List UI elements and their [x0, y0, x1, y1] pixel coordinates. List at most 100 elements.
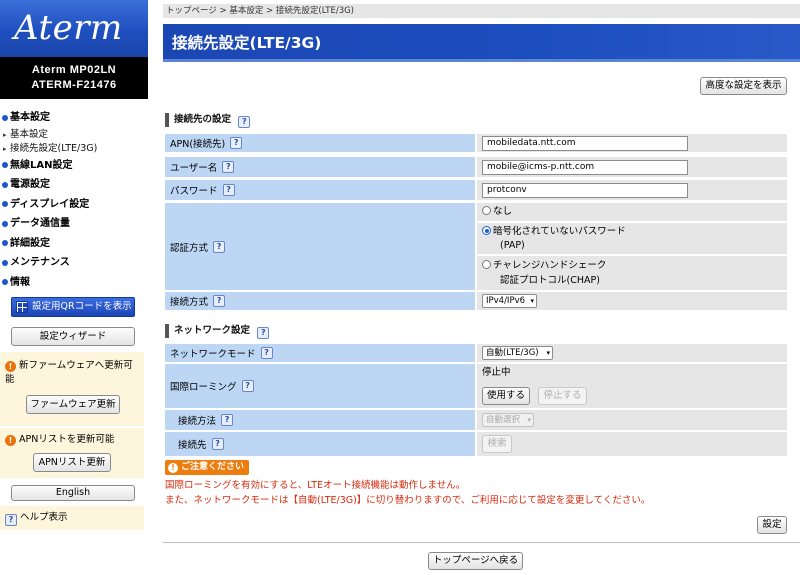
auth-chap-label: チャレンジハンドシェーク: [493, 260, 607, 271]
model-id: ATERM-F21476: [31, 79, 117, 91]
help-icon[interactable]: ?: [241, 380, 254, 392]
caution-text-line1: 国際ローミングを有効にすると、LTEオート接続機能は動作しません。: [165, 480, 466, 491]
nav-data-usage[interactable]: データ通信量: [0, 214, 148, 234]
connection-section-title: 接続先の設定 ?: [165, 113, 251, 128]
sidebar: Aterm Aterm MP02LN ATERM-F21476 基本設定 基本設…: [0, 0, 148, 575]
ip-type-value: IPv4/IPv6: [486, 296, 526, 306]
password-label: パスワード: [170, 186, 218, 197]
network-section-title: ネットワーク設定 ?: [165, 324, 270, 339]
page-title: 接続先設定(LTE/3G): [163, 24, 800, 62]
help-icon[interactable]: ?: [213, 295, 226, 307]
firmware-update-button[interactable]: ファームウェア更新: [26, 395, 120, 414]
chevron-down-icon: ▾: [546, 349, 550, 357]
nav-maintenance[interactable]: メンテナンス: [0, 253, 148, 273]
ip-type-label: 接続方式: [170, 297, 209, 308]
apn-label-cell: APN(接続先) ?: [165, 134, 475, 152]
network-mode-label-cell: ネットワークモード ?: [165, 344, 475, 362]
apn-list-update-button[interactable]: APNリスト更新: [33, 453, 111, 472]
help-icon[interactable]: ?: [213, 240, 226, 253]
ip-type-label-cell: 接続方式 ?: [165, 292, 475, 310]
connection-method-select[interactable]: 自動選択 ▾: [482, 413, 534, 427]
radio-unchecked-icon: [482, 260, 491, 269]
nav-advanced[interactable]: 詳細設定: [0, 234, 148, 254]
connection-section-label: 接続先の設定: [174, 114, 232, 125]
nav-info[interactable]: 情報: [0, 273, 148, 293]
apn-input[interactable]: mobiledata.ntt.com: [482, 136, 688, 151]
caution-text-line2: また、ネットワークモードは【自動(LTE/3G)】に切り替わりますので、ご利用に…: [165, 495, 651, 506]
side-nav: 基本設定 基本設定 接続先設定(LTE/3G) 無線LAN設定 電源設定 ディス…: [0, 108, 148, 292]
auth-pap-label-sub: (PAP): [500, 240, 525, 251]
carrier-label-cell: 接続先 ?: [165, 432, 475, 456]
carrier-label: 接続先: [178, 440, 207, 451]
qr-code-button[interactable]: 設定用QRコードを表示: [11, 297, 135, 317]
set-button[interactable]: 設定: [757, 516, 787, 534]
caution-badge-label: ご注意ください: [181, 462, 245, 472]
network-section-label: ネットワーク設定: [174, 325, 251, 336]
warning-icon: !: [168, 463, 178, 473]
breadcrumb: トップページ > 基本設定 > 接続先設定(LTE/3G): [163, 4, 800, 18]
auth-none-radio[interactable]: なし: [482, 205, 512, 219]
connection-method-label: 接続方法: [178, 416, 217, 427]
help-icon[interactable]: ?: [257, 327, 270, 339]
nav-display[interactable]: ディスプレイ設定: [0, 195, 148, 215]
help-icon[interactable]: ?: [238, 116, 251, 128]
ip-type-select[interactable]: IPv4/IPv6 ▾: [482, 294, 537, 308]
roaming-use-button[interactable]: 使用する: [482, 387, 530, 405]
auth-none-label: なし: [493, 206, 513, 217]
nav-basic-settings[interactable]: 基本設定: [0, 108, 148, 128]
auth-pap-radio[interactable]: 暗号化されていないパスワード: [482, 225, 626, 239]
username-label-cell: ユーザー名 ?: [165, 157, 475, 177]
help-icon[interactable]: ?: [221, 414, 234, 426]
help-icon: ?: [5, 514, 17, 526]
nav-wireless-lan[interactable]: 無線LAN設定: [0, 156, 148, 176]
help-toggle[interactable]: ? ヘルプ表示: [0, 506, 144, 530]
nav-sub-connection[interactable]: 接続先設定(LTE/3G): [0, 142, 148, 156]
firmware-notice-text: ! 新ファームウェアへ更新可 能: [5, 359, 133, 387]
help-icon[interactable]: ?: [222, 161, 235, 173]
caution-badge: ! ご注意ください: [165, 460, 249, 475]
auth-chap-radio[interactable]: チャレンジハンドシェーク: [482, 259, 606, 273]
device-model: Aterm MP02LN ATERM-F21476: [0, 57, 148, 99]
auth-pap-label: 暗号化されていないパスワード: [493, 226, 626, 237]
show-advanced-button[interactable]: 高度な設定を表示: [700, 77, 787, 95]
help-icon[interactable]: ?: [230, 137, 243, 149]
aterm-logo: Aterm: [0, 0, 148, 57]
network-mode-value: 自動(LTE/3G): [486, 348, 539, 358]
warning-icon: !: [5, 361, 16, 372]
connection-method-label-cell: 接続方法 ?: [165, 410, 475, 430]
chevron-down-icon: ▾: [530, 297, 534, 305]
apn-label: APN(接続先): [170, 139, 226, 150]
apn-notice-label: APNリストを更新可能: [19, 434, 115, 445]
help-icon[interactable]: ?: [260, 347, 273, 359]
radio-unchecked-icon: [482, 206, 491, 215]
help-icon[interactable]: ?: [211, 438, 224, 450]
carrier-search-button[interactable]: 検索: [482, 435, 512, 453]
firmware-notice-line2: 能: [5, 374, 15, 385]
roaming-stop-button[interactable]: 停止する: [538, 387, 587, 405]
connection-method-value: 自動選択: [486, 415, 521, 425]
apn-notice: ! APNリストを更新可能 APNリスト更新: [0, 428, 144, 478]
carrier-value-cell: [477, 432, 787, 456]
back-to-top-button[interactable]: トップページへ戻る: [428, 552, 523, 570]
firmware-notice: ! 新ファームウェアへ更新可 能 ファームウェア更新: [0, 352, 144, 426]
qr-code-button-label: 設定用QRコードを表示: [32, 301, 132, 312]
nav-sub-basic[interactable]: 基本設定: [0, 128, 148, 142]
network-mode-select[interactable]: 自動(LTE/3G) ▾: [482, 346, 553, 360]
password-input[interactable]: protconv: [482, 183, 688, 198]
warning-icon: !: [5, 435, 16, 446]
setup-wizard-button[interactable]: 設定ウィザード: [11, 327, 135, 346]
auth-chap-label-sub: 認証プロトコル(CHAP): [500, 275, 600, 286]
username-input[interactable]: mobile@icms-p.ntt.com: [482, 160, 688, 175]
roaming-label-cell: 国際ローミング ?: [165, 364, 475, 408]
firmware-notice-line1: 新ファームウェアへ更新可: [19, 360, 133, 371]
help-toggle-label: ヘルプ表示: [20, 512, 68, 523]
help-icon[interactable]: ?: [222, 184, 235, 196]
auth-label: 認証方式: [170, 242, 209, 254]
qr-code-icon: [16, 301, 28, 313]
divider: [163, 542, 800, 543]
apn-notice-text: ! APNリストを更新可能: [5, 433, 114, 447]
nav-power[interactable]: 電源設定: [0, 175, 148, 195]
radio-checked-icon: [482, 226, 491, 235]
english-button[interactable]: English: [11, 485, 135, 501]
username-label: ユーザー名: [170, 163, 218, 174]
